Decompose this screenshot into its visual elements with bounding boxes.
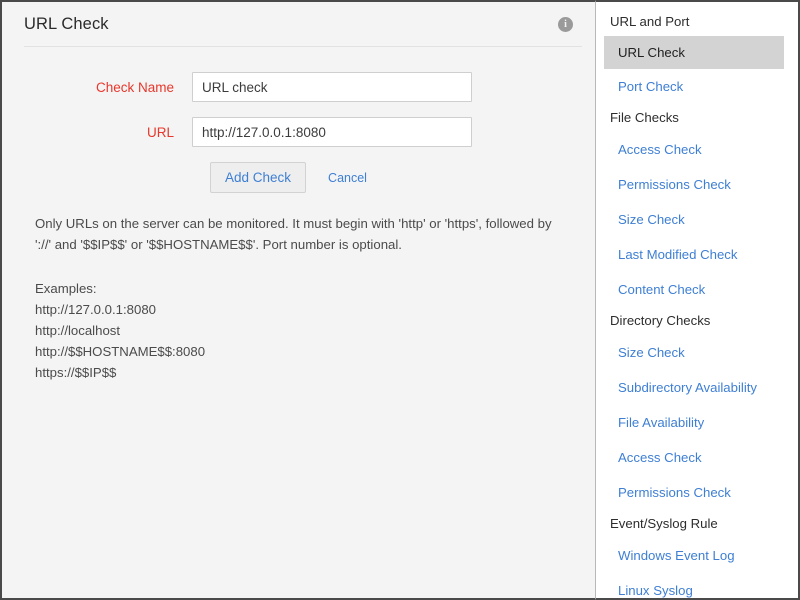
url-check-panel: URL Check i Check Name URL Add Check Can… xyxy=(0,0,596,600)
sidebar-item-file-access-check[interactable]: Access Check xyxy=(596,132,798,167)
sidebar-item-content-check[interactable]: Content Check xyxy=(596,272,798,307)
check-name-label: Check Name xyxy=(2,80,192,95)
sidebar-item-dir-permissions-check[interactable]: Permissions Check xyxy=(596,475,798,510)
sidebar-group-url-and-port: URL and Port xyxy=(596,8,798,36)
check-form: Check Name URL Add Check Cancel xyxy=(2,46,595,193)
sidebar-item-file-availability[interactable]: File Availability xyxy=(596,405,798,440)
add-check-button[interactable]: Add Check xyxy=(210,162,306,193)
sidebar-group-event-syslog-rule: Event/Syslog Rule xyxy=(596,510,798,538)
checks-sidebar: URL and Port URL Check Port Check File C… xyxy=(596,0,800,600)
url-input[interactable] xyxy=(192,117,472,147)
examples-block: Examples: http://127.0.0.1:8080 http://l… xyxy=(35,278,562,383)
info-icon[interactable]: i xyxy=(558,17,573,32)
example-line: http://localhost xyxy=(35,320,562,341)
sidebar-group-directory-checks: Directory Checks xyxy=(596,307,798,335)
sidebar-item-file-permissions-check[interactable]: Permissions Check xyxy=(596,167,798,202)
sidebar-item-subdirectory-availability[interactable]: Subdirectory Availability xyxy=(596,370,798,405)
sidebar-item-last-modified-check[interactable]: Last Modified Check xyxy=(596,237,798,272)
example-line: https://$$IP$$ xyxy=(35,362,562,383)
form-row-url: URL xyxy=(2,117,595,147)
check-name-input[interactable] xyxy=(192,72,472,102)
sidebar-item-file-size-check[interactable]: Size Check xyxy=(596,202,798,237)
page-title: URL Check xyxy=(24,15,109,34)
sidebar-item-port-check[interactable]: Port Check xyxy=(596,69,798,104)
url-label: URL xyxy=(2,125,192,140)
sidebar-item-dir-size-check[interactable]: Size Check xyxy=(596,335,798,370)
sidebar-item-linux-syslog[interactable]: Linux Syslog xyxy=(596,573,798,600)
form-row-check-name: Check Name xyxy=(2,72,595,102)
url-check-screen: URL Check i Check Name URL Add Check Can… xyxy=(0,0,800,600)
header-divider xyxy=(24,46,582,47)
sidebar-item-windows-event-log[interactable]: Windows Event Log xyxy=(596,538,798,573)
help-block: Only URLs on the server can be monitored… xyxy=(2,213,595,383)
example-line: http://127.0.0.1:8080 xyxy=(35,299,562,320)
example-line: http://$$HOSTNAME$$:8080 xyxy=(35,341,562,362)
sidebar-group-file-checks: File Checks xyxy=(596,104,798,132)
panel-header: URL Check i xyxy=(2,2,595,46)
form-actions: Add Check Cancel xyxy=(210,162,595,193)
cancel-link[interactable]: Cancel xyxy=(328,171,367,185)
sidebar-item-url-check[interactable]: URL Check xyxy=(604,36,784,69)
help-text: Only URLs on the server can be monitored… xyxy=(35,213,562,255)
sidebar-item-dir-access-check[interactable]: Access Check xyxy=(596,440,798,475)
examples-title: Examples: xyxy=(35,278,562,299)
